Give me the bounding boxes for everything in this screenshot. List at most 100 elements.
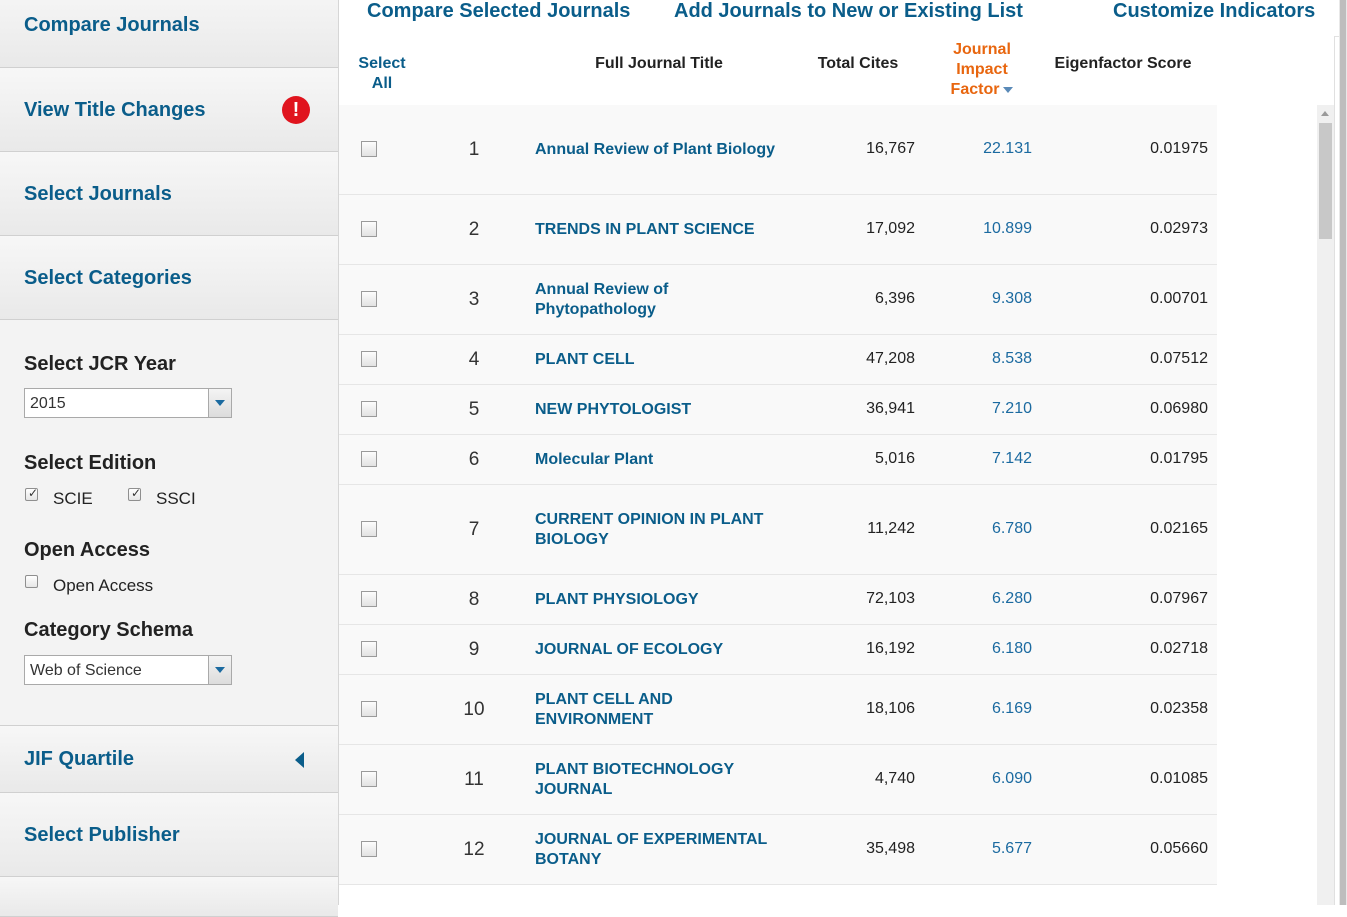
scie-label: SCIE [53, 489, 93, 508]
table-row: 12 JOURNAL OF EXPERIMENTAL BOTANY 35,498 5.6… [339, 815, 1217, 885]
journal-title-link[interactable]: PLANT BIOTECHNOLOGY JOURNAL [535, 760, 795, 800]
alert-icon: ! [282, 96, 310, 124]
journal-title-line2: ENVIRONMENT [535, 711, 654, 728]
total-cites-cell: 5,016 [874, 450, 915, 467]
compare-journals-button[interactable]: Compare Journals [0, 0, 338, 68]
checkmark-icon: ✓ [28, 486, 39, 500]
journal-title-link[interactable]: PLANT PHYSIOLOGY [535, 590, 795, 610]
title-header[interactable]: Full Journal Title [559, 54, 759, 74]
row-checkbox[interactable] [361, 291, 377, 307]
customize-indicators-link[interactable]: Customize Indicators [1113, 0, 1315, 23]
table-row: 5 NEW PHYTOLOGIST 36,941 7.210 0.06980 [339, 385, 1217, 435]
journal-title-link[interactable]: JOURNAL OF ECOLOGY [535, 640, 795, 660]
ssci-label: SSCI [156, 489, 196, 508]
total-cites-cell: 36,941 [866, 400, 915, 417]
select-publisher-button[interactable]: Select Publisher [0, 793, 338, 877]
journal-title-link[interactable]: Annual Review of Plant Biology [535, 140, 795, 160]
journal-title-link[interactable]: NEW PHYTOLOGIST [535, 400, 795, 420]
impact-factor-link[interactable]: 6.780 [942, 520, 1032, 538]
table-row: 6 Molecular Plant 5,016 7.142 0.01795 [339, 435, 1217, 485]
chevron-down-icon [215, 667, 225, 673]
view-title-changes-button[interactable]: View Title Changes ! [0, 68, 338, 152]
impact-factor-link[interactable]: 8.538 [942, 350, 1032, 368]
row-checkbox[interactable] [361, 771, 377, 787]
journal-title-link[interactable]: Molecular Plant [535, 450, 795, 470]
row-checkbox[interactable] [361, 221, 377, 237]
impact-factor-link[interactable]: 6.280 [942, 590, 1032, 608]
eigenfactor-cell: 0.01795 [1150, 450, 1208, 467]
jcr-year-select[interactable]: 2015 [24, 388, 232, 418]
scrollbar-thumb[interactable] [1319, 123, 1332, 239]
journal-title-line1: JOURNAL OF ECOLOGY [535, 641, 724, 658]
jif-header-line1: Journal [953, 41, 1011, 58]
open-access-checkbox[interactable] [25, 575, 38, 588]
journal-title-line2: Phytopathology [535, 301, 656, 318]
eigenfactor-header[interactable]: Eigenfactor Score [1043, 54, 1203, 74]
category-schema-select[interactable]: Web of Science [24, 655, 232, 685]
journal-title-link[interactable]: JOURNAL OF EXPERIMENTAL BOTANY [535, 830, 795, 870]
impact-factor-link[interactable]: 6.169 [942, 700, 1032, 718]
row-checkbox[interactable] [361, 591, 377, 607]
ssci-checkbox[interactable]: ✓ [128, 486, 142, 501]
table-row: 7 CURRENT OPINION IN PLANT BIOLOGY 11,242 6.… [339, 485, 1217, 575]
jif-quartile-button[interactable]: JIF Quartile [0, 725, 338, 793]
select-journals-button[interactable]: Select Journals [0, 152, 338, 236]
journal-title-line2: BOTANY [535, 851, 602, 868]
next-sidebar-button[interactable] [0, 877, 338, 917]
row-checkbox[interactable] [361, 141, 377, 157]
journal-title-link[interactable]: PLANT CELL AND ENVIRONMENT [535, 690, 795, 730]
impact-factor-link[interactable]: 7.142 [942, 450, 1032, 468]
sidebar: Compare Journals View Title Changes ! Se… [0, 0, 339, 917]
category-schema-dropdown-button[interactable] [208, 656, 231, 684]
journal-title-link[interactable]: Annual Review of Phytopathology [535, 280, 795, 320]
total-cites-header[interactable]: Total Cites [803, 54, 913, 74]
eigenfactor-cell: 0.02358 [1150, 700, 1208, 717]
checkmark-icon: ✓ [131, 486, 142, 500]
total-cites-cell: 47,208 [866, 350, 915, 367]
jcr-year-dropdown-button[interactable] [208, 389, 231, 417]
rank-cell: 8 [468, 589, 480, 610]
rank-cell: 12 [463, 839, 485, 860]
row-checkbox[interactable] [361, 401, 377, 417]
impact-factor-link[interactable]: 5.677 [942, 840, 1032, 858]
scie-checkbox[interactable]: ✓ [25, 486, 39, 501]
category-schema-value: Web of Science [30, 662, 142, 679]
impact-factor-link[interactable]: 6.180 [942, 640, 1032, 658]
scroll-up-arrow-icon[interactable] [1321, 111, 1329, 116]
jif-quartile-label: JIF Quartile [24, 748, 135, 770]
journal-title-link[interactable]: CURRENT OPINION IN PLANT BIOLOGY [535, 510, 795, 550]
journal-title-link[interactable]: TRENDS IN PLANT SCIENCE [535, 220, 795, 240]
row-checkbox[interactable] [361, 451, 377, 467]
page-scrollbar-thumb[interactable] [1340, 0, 1346, 905]
table-row: 2 TRENDS IN PLANT SCIENCE 17,092 10.899 0.02… [339, 195, 1217, 265]
impact-factor-link[interactable]: 9.308 [942, 290, 1032, 308]
jif-header[interactable]: Journal Impact Factor [927, 40, 1037, 100]
journal-title-line1: Annual Review of Plant Biology [535, 141, 776, 158]
rank-cell: 11 [464, 769, 484, 790]
jcr-year-value: 2015 [30, 395, 66, 412]
select-all-header[interactable]: Select All [349, 54, 415, 94]
page-scrollbar[interactable] [1339, 0, 1347, 905]
journal-title-line1: NEW PHYTOLOGIST [535, 401, 692, 418]
table-scrollbar[interactable] [1317, 105, 1334, 905]
row-checkbox[interactable] [361, 521, 377, 537]
total-cites-cell: 16,767 [866, 140, 915, 157]
row-checkbox[interactable] [361, 641, 377, 657]
impact-factor-link[interactable]: 10.899 [942, 220, 1032, 238]
impact-factor-link[interactable]: 6.090 [942, 770, 1032, 788]
select-categories-label: Select Categories [24, 267, 192, 289]
row-checkbox[interactable] [361, 701, 377, 717]
row-checkbox[interactable] [361, 841, 377, 857]
journal-title-line1: PLANT CELL AND [535, 691, 673, 708]
select-categories-button[interactable]: Select Categories [0, 236, 338, 320]
compare-selected-journals-link[interactable]: Compare Selected Journals [367, 0, 630, 23]
impact-factor-link[interactable]: 7.210 [942, 400, 1032, 418]
journal-title-line1: JOURNAL OF EXPERIMENTAL [535, 831, 768, 848]
impact-factor-link[interactable]: 22.131 [942, 140, 1032, 158]
open-access-heading: Open Access [24, 539, 150, 561]
caret-left-icon [295, 752, 304, 768]
journal-title-link[interactable]: PLANT CELL [535, 350, 795, 370]
row-checkbox[interactable] [361, 351, 377, 367]
table-body: 1 Annual Review of Plant Biology 16,767 22.… [339, 105, 1217, 905]
add-journals-to-list-link[interactable]: Add Journals to New or Existing List [674, 0, 1023, 23]
